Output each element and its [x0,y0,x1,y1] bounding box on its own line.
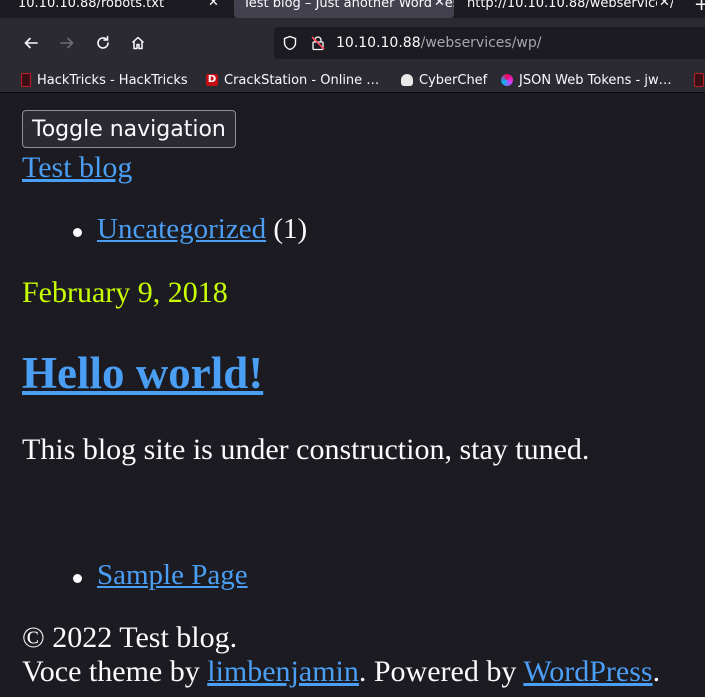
tab-title: Test blog – Just another WordPress site [243,0,454,11]
footer-end: . [652,655,661,688]
post-title-link[interactable]: Hello world! [22,347,263,399]
post-date: February 9, 2018 [22,276,228,309]
list-bullet [73,574,82,583]
bookmark-crackstation[interactable]: D CrackStation - Online … [206,71,379,89]
footer-copyright: © 2022 Test blog. [22,621,238,654]
list-bullet [73,228,82,237]
sample-page-link[interactable]: Sample Page [97,559,248,591]
toggle-navigation-button[interactable]: Toggle navigation [22,110,236,148]
home-icon [131,36,145,50]
bookmark-cyberchef[interactable]: CyberChef [401,71,487,89]
reload-button[interactable] [87,27,119,59]
url-path: /webservices/wp/ [420,35,542,51]
theme-author-link[interactable]: limbenjamin [207,655,359,688]
bookmark-label: CyberChef [419,72,488,88]
wordpress-link[interactable]: WordPress [523,655,652,688]
crackstation-icon: D [206,74,218,86]
address-bar[interactable]: 10.10.10.88/webservices/wp/ [274,27,705,59]
bookmark-label: JSON Web Tokens - jw… [519,72,672,88]
back-arrow-icon [24,37,38,49]
close-icon[interactable]: ✕ [657,0,670,10]
close-icon[interactable]: ✕ [208,0,219,10]
bookmark-favicon-icon [694,73,704,87]
bookmark-hacktricks[interactable]: HackTricks - HackTricks [21,71,188,89]
post-body: This blog site is under construction, st… [22,433,590,466]
page-list-item: Sample Page [97,559,248,592]
category-link[interactable]: Uncategorized [97,213,266,245]
bookmarks-toolbar: HackTricks - HackTricks D CrackStation -… [0,68,705,93]
tab-title: 10.10.10.88/robots.txt [18,0,165,11]
site-footer: © 2022 Test blog. Voce theme by limbenja… [22,621,660,689]
cyberchef-icon [401,74,413,86]
tab-webservices[interactable]: http://10.10.10.88/webservices/wp/ ✕ [467,0,673,18]
site-brand-link[interactable]: Test blog [22,151,132,185]
bookmark-jwt[interactable]: JSON Web Tokens - jw… [501,71,672,89]
forward-arrow-icon [60,37,74,49]
url-text[interactable]: 10.10.10.88/webservices/wp/ [336,35,542,51]
bookmark-overflow[interactable] [694,71,704,89]
category-count: (1) [273,213,308,245]
tab-bar: 10.10.10.88/robots.txt ✕ Test blog – Jus… [0,0,705,18]
category-list-item: Uncategorized (1) [97,213,307,246]
close-icon[interactable]: ✕ [432,0,445,10]
insecure-lock-icon[interactable] [310,35,326,51]
tab-title: http://10.10.10.88/webservices/wp/ [467,0,673,11]
footer-credits: Voce theme by limbenjamin. Powered by Wo… [22,655,660,689]
tab-test-blog[interactable]: Test blog – Just another WordPress site … [234,0,454,18]
back-button[interactable] [15,27,47,59]
url-host: 10.10.10.88 [336,35,421,51]
new-tab-icon[interactable]: + [694,0,705,15]
jwt-icon [501,74,513,86]
footer-powered-prefix: . Powered by [358,655,524,688]
forward-button[interactable] [51,27,83,59]
footer-theme-prefix: Voce theme by [22,655,208,688]
shield-icon[interactable] [282,35,298,51]
bookmark-label: CrackStation - Online … [224,72,380,88]
tab-robots[interactable]: 10.10.10.88/robots.txt ✕ [18,0,232,18]
web-page: Toggle navigation Test blog Uncategorize… [7,93,705,697]
bookmark-label: HackTricks - HackTricks [37,72,188,88]
home-button[interactable] [122,27,154,59]
reload-icon [97,35,109,49]
hacktricks-icon [21,73,31,87]
